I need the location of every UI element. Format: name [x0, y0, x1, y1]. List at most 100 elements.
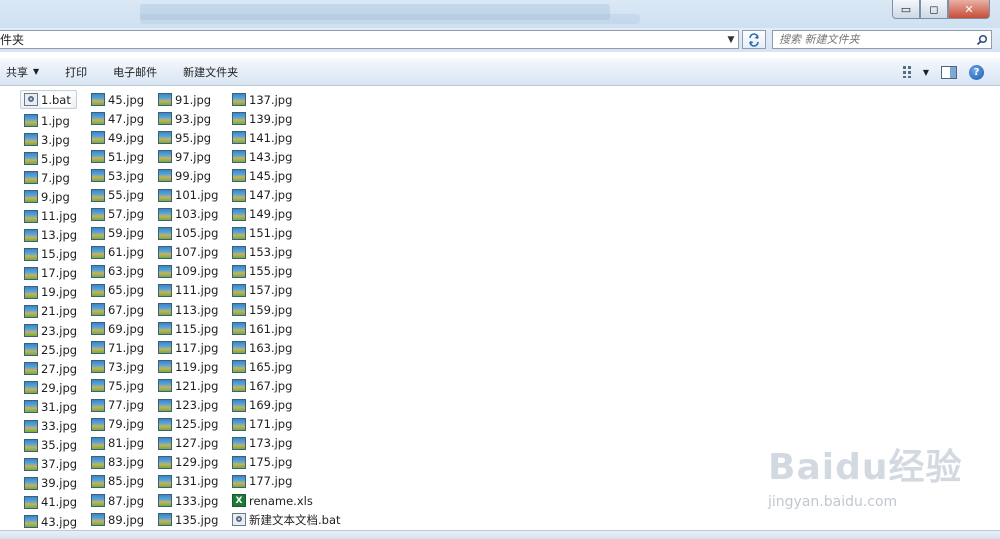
file-item[interactable]: 125.jpg	[158, 415, 218, 434]
file-item[interactable]: 177.jpg	[232, 472, 341, 491]
file-item[interactable]: 135.jpg	[158, 510, 218, 529]
share-menu-button[interactable]: 共享 ▼	[0, 61, 52, 83]
file-item[interactable]: 165.jpg	[232, 357, 341, 376]
file-item[interactable]: 141.jpg	[232, 128, 341, 147]
file-item[interactable]: 123.jpg	[158, 396, 218, 415]
file-item[interactable]: 151.jpg	[232, 224, 341, 243]
file-item[interactable]: 127.jpg	[158, 434, 218, 453]
file-item[interactable]: 63.jpg	[91, 262, 144, 281]
file-item[interactable]: 87.jpg	[91, 491, 144, 510]
file-item[interactable]: 43.jpg	[24, 512, 77, 531]
file-item[interactable]: 51.jpg	[91, 147, 144, 166]
chevron-down-icon[interactable]: ▼	[724, 31, 738, 48]
file-item[interactable]: 27.jpg	[24, 359, 77, 378]
file-item[interactable]: 61.jpg	[91, 243, 144, 262]
file-item[interactable]: 149.jpg	[232, 205, 341, 224]
file-item[interactable]: 93.jpg	[158, 109, 218, 128]
file-item[interactable]: 25.jpg	[24, 340, 77, 359]
preview-pane-button[interactable]	[941, 61, 957, 83]
file-item[interactable]: 117.jpg	[158, 338, 218, 357]
search-icon[interactable]	[973, 34, 991, 46]
file-item[interactable]: 37.jpg	[24, 455, 77, 474]
file-item[interactable]: 173.jpg	[232, 434, 341, 453]
file-item[interactable]: 33.jpg	[24, 417, 77, 436]
file-item[interactable]: 119.jpg	[158, 357, 218, 376]
file-item[interactable]: 57.jpg	[91, 205, 144, 224]
close-button[interactable]: ✕	[948, 0, 990, 19]
file-item[interactable]: 5.jpg	[24, 149, 77, 168]
file-item[interactable]: 67.jpg	[91, 300, 144, 319]
file-item[interactable]: 143.jpg	[232, 147, 341, 166]
file-item[interactable]: 111.jpg	[158, 281, 218, 300]
file-item[interactable]: Xrename.xls	[232, 491, 341, 510]
file-item[interactable]: 131.jpg	[158, 472, 218, 491]
file-item[interactable]: 85.jpg	[91, 472, 144, 491]
file-item[interactable]: 115.jpg	[158, 319, 218, 338]
file-item[interactable]: 153.jpg	[232, 243, 341, 262]
file-item[interactable]: 163.jpg	[232, 338, 341, 357]
file-item[interactable]: 81.jpg	[91, 434, 144, 453]
print-button[interactable]: 打印	[52, 61, 100, 83]
file-item[interactable]: 113.jpg	[158, 300, 218, 319]
file-item[interactable]: 157.jpg	[232, 281, 341, 300]
help-button[interactable]: ?	[969, 61, 984, 83]
file-item[interactable]: 79.jpg	[91, 415, 144, 434]
file-item[interactable]: 175.jpg	[232, 453, 341, 472]
file-item[interactable]: 新建文本文档.bat	[232, 510, 341, 529]
file-item[interactable]: 171.jpg	[232, 415, 341, 434]
file-item[interactable]: 109.jpg	[158, 262, 218, 281]
file-item[interactable]: 169.jpg	[232, 396, 341, 415]
file-item[interactable]: 101.jpg	[158, 185, 218, 204]
file-item[interactable]: 161.jpg	[232, 319, 341, 338]
file-item[interactable]: 49.jpg	[91, 128, 144, 147]
file-item[interactable]: 1.jpg	[24, 111, 77, 130]
file-item[interactable]: 77.jpg	[91, 396, 144, 415]
file-item[interactable]: 91.jpg	[158, 90, 218, 109]
file-item[interactable]: 3.jpg	[24, 130, 77, 149]
file-item[interactable]: 17.jpg	[24, 264, 77, 283]
file-item[interactable]: 1.bat	[20, 90, 78, 109]
file-item[interactable]: 19.jpg	[24, 283, 77, 302]
file-item[interactable]: 105.jpg	[158, 224, 218, 243]
file-item[interactable]: 159.jpg	[232, 300, 341, 319]
file-item[interactable]: 65.jpg	[91, 281, 144, 300]
file-item[interactable]: 83.jpg	[91, 453, 144, 472]
file-item[interactable]: 7.jpg	[24, 168, 77, 187]
file-item[interactable]: 69.jpg	[91, 319, 144, 338]
file-item[interactable]: 35.jpg	[24, 436, 77, 455]
refresh-button[interactable]	[742, 30, 766, 49]
file-item[interactable]: 21.jpg	[24, 302, 77, 321]
maximize-button[interactable]: ◻	[920, 0, 948, 19]
file-item[interactable]: 15.jpg	[24, 245, 77, 264]
file-list-area[interactable]: 1.bat 1.jpg 3.jpg 5.jpg 7.jpg 9.jpg 11.jpg 13.j…	[0, 88, 1000, 530]
file-item[interactable]: 41.jpg	[24, 493, 77, 512]
file-item[interactable]: 55.jpg	[91, 185, 144, 204]
email-button[interactable]: 电子邮件	[100, 61, 170, 83]
file-item[interactable]: 121.jpg	[158, 376, 218, 395]
file-item[interactable]: 139.jpg	[232, 109, 341, 128]
file-item[interactable]: 137.jpg	[232, 90, 341, 109]
file-item[interactable]: 59.jpg	[91, 224, 144, 243]
file-item[interactable]: 99.jpg	[158, 166, 218, 185]
file-item[interactable]: 155.jpg	[232, 262, 341, 281]
file-item[interactable]: 11.jpg	[24, 206, 77, 225]
file-item[interactable]: 45.jpg	[91, 90, 144, 109]
minimize-button[interactable]: ▭	[892, 0, 920, 19]
file-item[interactable]: 71.jpg	[91, 338, 144, 357]
file-item[interactable]: 95.jpg	[158, 128, 218, 147]
address-bar[interactable]: 件夹 ▼	[0, 30, 739, 49]
file-item[interactable]: 47.jpg	[91, 109, 144, 128]
file-item[interactable]: 9.jpg	[24, 187, 77, 206]
file-item[interactable]: 39.jpg	[24, 474, 77, 493]
view-options-button[interactable]: ▼	[902, 61, 929, 83]
file-item[interactable]: 89.jpg	[91, 510, 144, 529]
file-item[interactable]: 23.jpg	[24, 321, 77, 340]
file-item[interactable]: 53.jpg	[91, 166, 144, 185]
file-item[interactable]: 107.jpg	[158, 243, 218, 262]
file-item[interactable]: 133.jpg	[158, 491, 218, 510]
file-item[interactable]: 103.jpg	[158, 205, 218, 224]
file-item[interactable]: 31.jpg	[24, 397, 77, 416]
file-item[interactable]: 145.jpg	[232, 166, 341, 185]
file-item[interactable]: 129.jpg	[158, 453, 218, 472]
file-item[interactable]: 13.jpg	[24, 226, 77, 245]
